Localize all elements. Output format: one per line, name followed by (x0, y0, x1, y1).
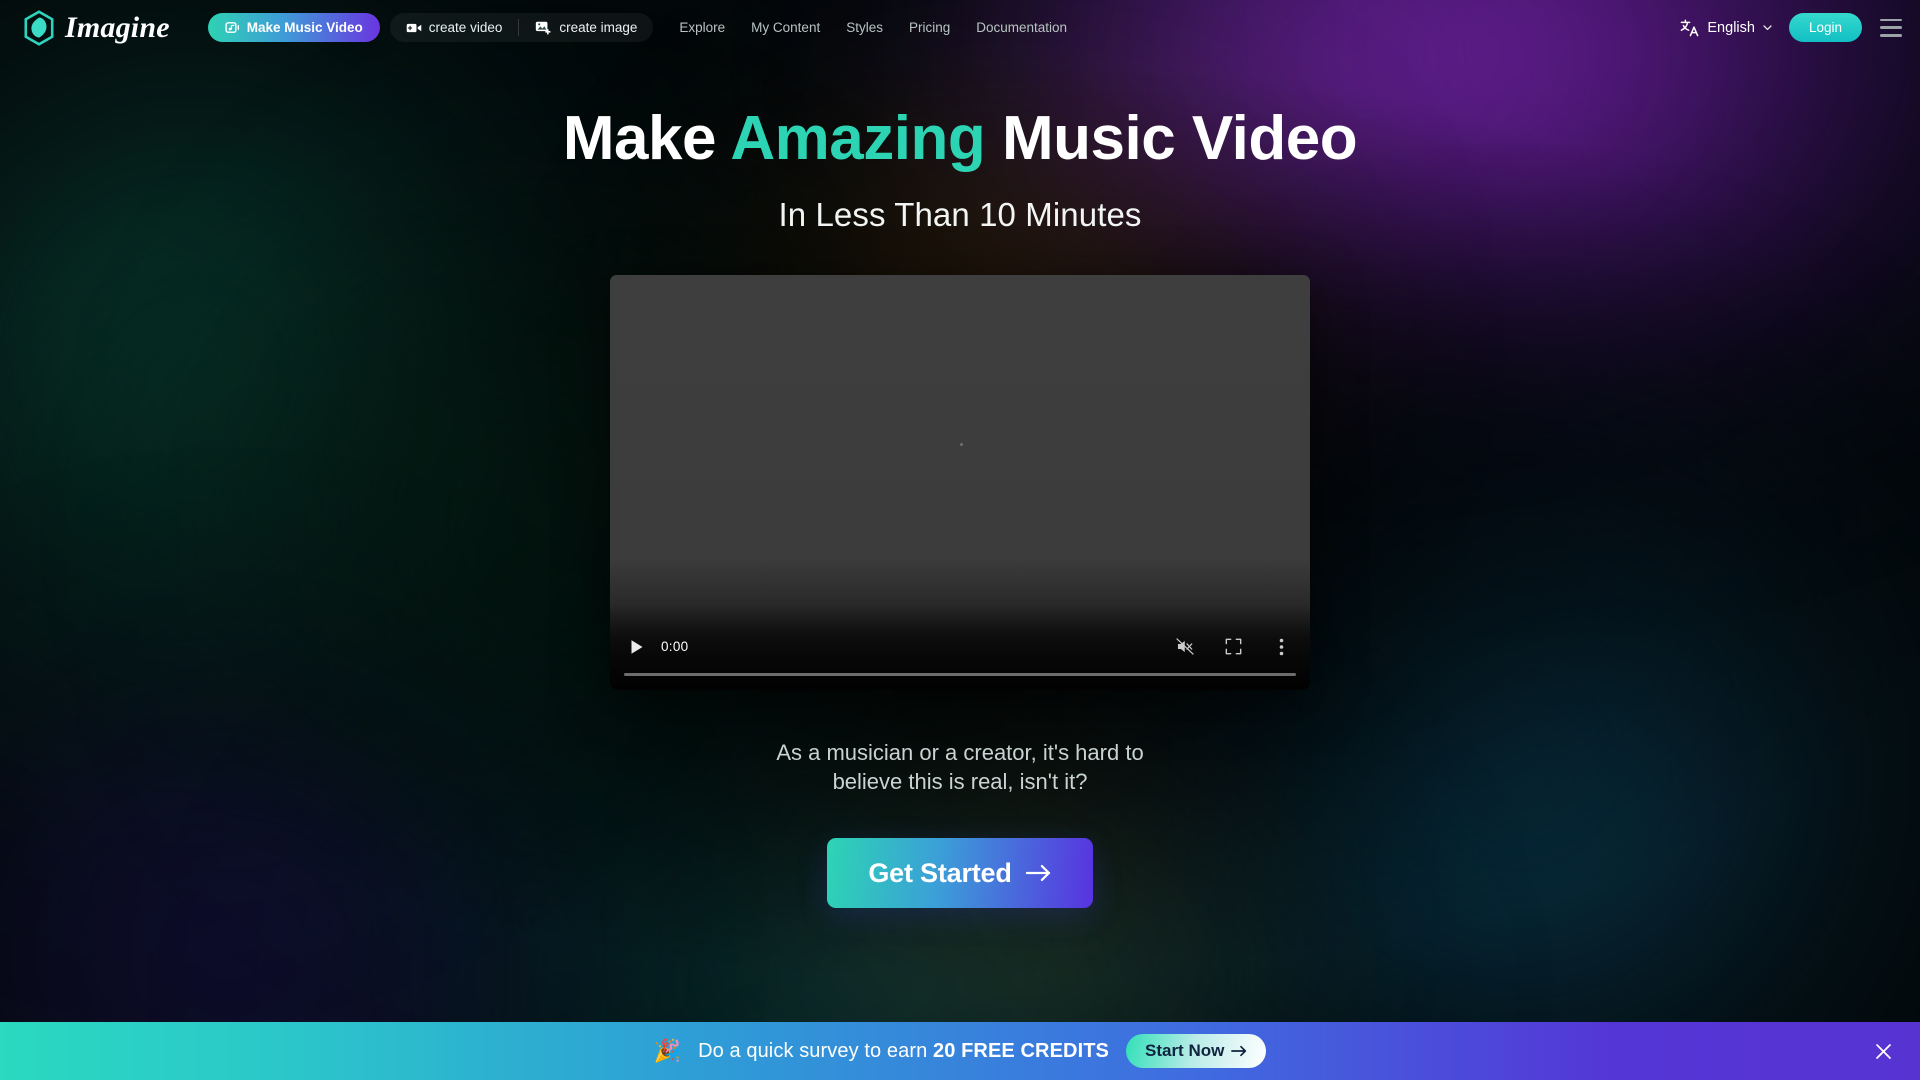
start-now-button[interactable]: Start Now (1125, 1034, 1267, 1068)
hero-section: Make Amazing Music Video In Less Than 10… (0, 0, 1920, 1080)
create-video-label: create video (428, 20, 503, 35)
create-image-label: create image (559, 20, 638, 35)
navbar-right-cluster: English Login (1680, 13, 1902, 42)
page-title: Make Amazing Music Video (563, 108, 1358, 170)
nav-action-pills: Make Music Video create video create ima… (207, 13, 654, 42)
start-now-label: Start Now (1144, 1041, 1225, 1060)
headline-part-2: Music Video (985, 104, 1358, 173)
video-music-icon (225, 20, 240, 35)
headline-part-1: Make (562, 104, 731, 173)
arrow-right-icon (1231, 1045, 1247, 1057)
hero-video-player[interactable]: 0:00 (610, 275, 1310, 690)
language-label: English (1707, 19, 1755, 36)
headline-accent-word: Amazing (730, 104, 986, 173)
close-icon[interactable] (1870, 1038, 1896, 1064)
more-vertical-icon[interactable] (1268, 634, 1294, 660)
video-center-dot (960, 443, 963, 446)
arrow-right-icon (1025, 863, 1052, 883)
video-controls-bar: 0:00 (610, 604, 1310, 690)
volume-muted-icon[interactable] (1172, 634, 1198, 660)
promo-banner-content: 🎉 Do a quick survey to earn 20 FREE CRED… (654, 1034, 1267, 1068)
promo-banner-highlight: 20 FREE CREDITS (933, 1039, 1109, 1062)
play-icon[interactable] (624, 634, 650, 660)
hero-tagline-line-1: As a musician or a creator, it's hard to (776, 740, 1144, 765)
video-progress-bar[interactable] (624, 672, 1296, 676)
video-controls-right (1172, 634, 1294, 660)
nav-link-pricing[interactable]: Pricing (909, 20, 950, 35)
create-video-button[interactable]: create video (390, 13, 519, 42)
brand-logo[interactable]: Imagine (22, 9, 170, 46)
create-actions-group: create video create image (389, 13, 654, 42)
nav-link-styles[interactable]: Styles (846, 20, 883, 35)
video-controls-row: 0:00 (624, 630, 1296, 664)
nav-link-my-content[interactable]: My Content (751, 20, 820, 35)
party-popper-icon: 🎉 (653, 1038, 682, 1063)
top-navigation-bar: Imagine Make Music Video create video cr… (0, 0, 1920, 55)
make-music-video-label: Make Music Video (246, 20, 363, 35)
hexagon-leaf-logo-icon (22, 9, 56, 46)
get-started-button[interactable]: Get Started (827, 838, 1093, 909)
brand-name: Imagine (65, 10, 170, 44)
chevron-down-icon (1762, 22, 1773, 33)
nav-link-explore[interactable]: Explore (679, 20, 725, 35)
hero-tagline: As a musician or a creator, it's hard to… (776, 738, 1143, 796)
hero-tagline-line-2: believe this is real, isn't it? (832, 769, 1088, 795)
get-started-label: Get Started (868, 857, 1012, 888)
create-image-button[interactable]: create image (519, 13, 653, 42)
language-selector[interactable]: English (1680, 18, 1773, 37)
promo-banner: 🎉 Do a quick survey to earn 20 FREE CRED… (0, 1022, 1920, 1080)
nav-link-documentation[interactable]: Documentation (976, 20, 1067, 35)
translate-icon (1680, 18, 1700, 37)
hamburger-menu-icon[interactable] (1880, 18, 1902, 37)
page-subtitle: In Less Than 10 Minutes (778, 196, 1142, 233)
make-music-video-button[interactable]: Make Music Video (207, 13, 380, 42)
image-plus-icon (535, 20, 552, 35)
promo-banner-text: Do a quick survey to earn 20 FREE CREDIT… (698, 1040, 1109, 1063)
login-button[interactable]: Login (1788, 13, 1862, 42)
video-camera-icon (406, 21, 422, 35)
nav-links: Explore My Content Styles Pricing Docume… (679, 20, 1067, 35)
fullscreen-icon[interactable] (1220, 634, 1246, 660)
promo-banner-text-prefix: Do a quick survey to earn (698, 1039, 933, 1062)
video-current-time: 0:00 (661, 639, 689, 654)
